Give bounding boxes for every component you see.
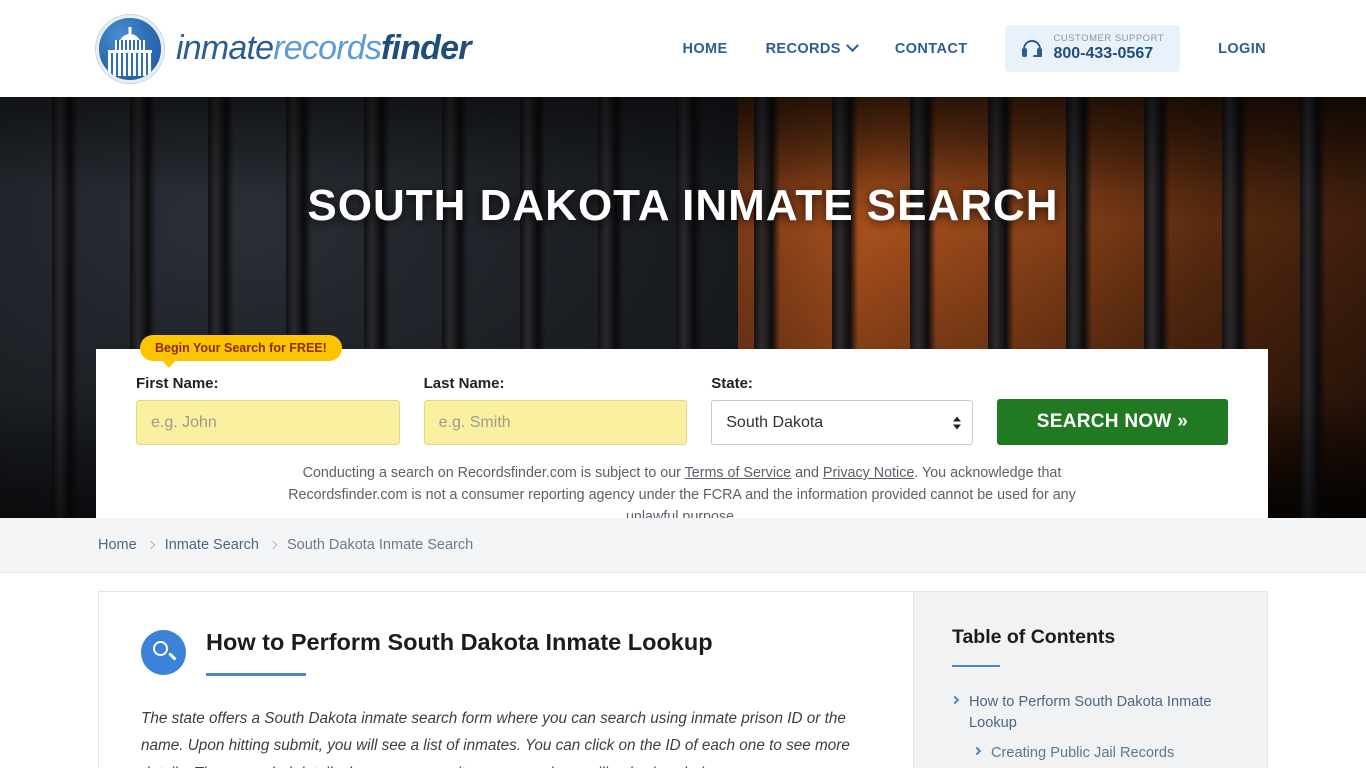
inmate-search-form: Begin Your Search for FREE! First Name: … — [96, 335, 1268, 518]
site-header: inmaterecordsfinder HOME RECORDS CONTACT… — [0, 0, 1366, 97]
support-label: CUSTOMER SUPPORT — [1053, 32, 1165, 44]
headset-icon — [1021, 38, 1043, 60]
terms-of-service-link[interactable]: Terms of Service — [685, 465, 791, 481]
customer-support-box[interactable]: CUSTOMER SUPPORT 800-433-0567 — [1005, 24, 1181, 73]
article-body-text: The state offers a South Dakota inmate s… — [141, 710, 850, 768]
disclaimer-text-1: Conducting a search on Recordsfinder.com… — [302, 465, 685, 481]
search-now-button[interactable]: SEARCH NOW » — [996, 399, 1228, 445]
breadcrumb: Home Inmate Search South Dakota Inmate S… — [98, 537, 473, 553]
support-phone: 800-433-0567 — [1053, 45, 1154, 63]
privacy-notice-link[interactable]: Privacy Notice — [823, 465, 914, 481]
breadcrumb-bar: Home Inmate Search South Dakota Inmate S… — [0, 518, 1366, 573]
site-logo[interactable]: inmaterecordsfinder — [96, 14, 471, 83]
search-form-row: First Name: Last Name: State: SEARCH NOW… — [136, 375, 1228, 445]
last-name-field: Last Name: — [423, 375, 688, 445]
toc-item-2[interactable]: Creating Public Jail Records — [952, 743, 1231, 764]
chevron-right-icon — [972, 747, 982, 756]
page-title: SOUTH DAKOTA INMATE SEARCH — [307, 181, 1059, 231]
hero-banner: SOUTH DAKOTA INMATE SEARCH Begin Your Se… — [0, 97, 1366, 518]
article-header: How to Perform South Dakota Inmate Looku… — [141, 628, 871, 677]
breadcrumb-item-inmate-search[interactable]: Inmate Search — [165, 537, 259, 553]
article-panel: How to Perform South Dakota Inmate Looku… — [98, 591, 913, 768]
title-underline — [206, 673, 306, 677]
first-name-input[interactable] — [136, 400, 400, 445]
logo-wordmark: inmaterecordsfinder — [176, 29, 471, 68]
chevron-right-icon — [268, 540, 278, 550]
first-name-label: First Name: — [136, 375, 219, 392]
nav-contact[interactable]: CONTACT — [895, 41, 968, 57]
toc-underline — [952, 665, 1000, 667]
article-title: How to Perform South Dakota Inmate Looku… — [206, 629, 713, 655]
last-name-label: Last Name: — [423, 375, 505, 392]
chevron-down-icon — [846, 39, 859, 53]
nav-home[interactable]: HOME — [682, 41, 727, 57]
main-navigation: HOME RECORDS CONTACT CUSTOMER SUPPORT 80… — [682, 24, 1266, 73]
support-text-group: CUSTOMER SUPPORT 800-433-0567 — [1053, 32, 1165, 64]
toc-item-label: How to Perform South Dakota Inmate Looku… — [969, 694, 1212, 732]
disclaimer-and: and — [791, 465, 823, 481]
nav-login[interactable]: LOGIN — [1218, 41, 1266, 57]
toc-item-label: Creating Public Jail Records — [991, 745, 1175, 762]
last-name-input[interactable] — [423, 400, 688, 445]
toc-item-1[interactable]: How to Perform South Dakota Inmate Looku… — [950, 692, 1231, 734]
nav-records-label: RECORDS — [765, 40, 841, 57]
state-select[interactable] — [711, 400, 973, 445]
state-label: State: — [711, 375, 753, 392]
magnifier-icon — [141, 630, 186, 675]
toc-title: Table of Contents — [952, 626, 1116, 648]
breadcrumb-item-current: South Dakota Inmate Search — [287, 537, 474, 553]
chevron-right-icon — [950, 695, 960, 705]
capitol-dome-icon — [96, 14, 164, 83]
logo-part-inmate: inmate — [176, 29, 274, 67]
first-name-field: First Name: — [136, 375, 400, 445]
free-search-badge[interactable]: Begin Your Search for FREE! — [140, 335, 342, 368]
breadcrumb-item-home[interactable]: Home — [98, 537, 137, 553]
state-field: State: — [711, 375, 973, 445]
nav-records[interactable]: RECORDS — [765, 39, 859, 57]
article-title-group: How to Perform South Dakota Inmate Looku… — [206, 628, 713, 677]
page-content: How to Perform South Dakota Inmate Looku… — [0, 573, 1366, 768]
search-disclaimer: Conducting a search on Recordsfinder.com… — [267, 462, 1097, 518]
logo-part-finder: finder — [381, 29, 471, 67]
table-of-contents-panel: Table of Contents How to Perform South D… — [913, 591, 1268, 768]
chevron-right-icon — [146, 540, 155, 550]
toc-list: How to Perform South Dakota Inmate Looku… — [950, 692, 1231, 768]
logo-part-records: records — [273, 29, 382, 67]
